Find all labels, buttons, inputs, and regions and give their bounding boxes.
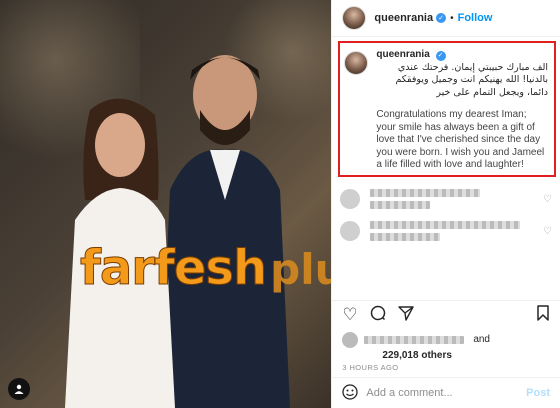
add-comment-bar: Add a comment... Post: [332, 377, 560, 408]
share-paper-plane-icon[interactable]: [397, 305, 414, 326]
separator-dot: •: [450, 12, 454, 24]
post-side-panel: queenrania ✓ • Follow queenrania ✓ الف م…: [331, 0, 560, 408]
comment-avatar[interactable]: [340, 189, 361, 209]
caption-body: queenrania ✓ الف مبارك حبيبتي إيمان. فرح…: [376, 49, 548, 170]
comment-avatar[interactable]: [340, 221, 361, 241]
caption-username[interactable]: queenrania: [376, 49, 429, 60]
header-username[interactable]: queenrania: [374, 12, 433, 24]
likes-summary: and 229,018 others: [332, 329, 560, 363]
likes-and: and: [473, 334, 490, 345]
comment-text-pixelated: [370, 189, 490, 209]
watermark-logo: farfesh plus.com: [79, 240, 332, 297]
caption-english-text: Congratulations my dearest Iman; your sm…: [376, 109, 545, 170]
likes-count[interactable]: 229,018 others: [382, 350, 452, 361]
caption-avatar[interactable]: [344, 51, 369, 75]
list-item: ♡: [340, 183, 552, 215]
verified-badge-icon: ✓: [436, 13, 447, 23]
comment-text-pixelated: [370, 221, 530, 241]
comment-like-icon[interactable]: ♡: [543, 194, 552, 205]
watermark-main: farfesh: [79, 240, 267, 297]
post-comment-button[interactable]: Post: [526, 387, 550, 399]
action-bar: ♡: [332, 300, 560, 329]
like-heart-icon[interactable]: ♡: [342, 305, 357, 325]
post-header: queenrania ✓ • Follow: [332, 0, 560, 37]
tagged-user-icon[interactable]: [8, 378, 30, 400]
comments-list: ♡ ♡: [332, 177, 560, 300]
caption-verified-icon: ✓: [435, 51, 446, 62]
list-item: ♡: [340, 215, 552, 247]
caption-arabic-text: الف مبارك حبيبتي إيمان. فرحتك عندي بالدن…: [395, 61, 548, 98]
liker-avatar[interactable]: [342, 331, 359, 348]
comment-bubble-icon[interactable]: [370, 305, 386, 326]
comment-like-icon[interactable]: ♡: [543, 226, 552, 237]
emoji-icon[interactable]: [342, 383, 359, 403]
instagram-post: farfesh plus.com queenrania ✓ • Follow q…: [0, 0, 560, 408]
liker-names-pixelated: [364, 335, 465, 344]
save-bookmark-icon[interactable]: [536, 304, 550, 326]
watermark-plus: plus.com: [270, 245, 332, 294]
post-timestamp: 3 HOURS AGO: [342, 363, 399, 372]
follow-button[interactable]: Follow: [458, 12, 493, 24]
comment-input[interactable]: Add a comment...: [366, 387, 452, 399]
caption-highlight: queenrania ✓ الف مبارك حبيبتي إيمان. فرح…: [338, 41, 556, 177]
avatar[interactable]: [342, 6, 367, 30]
post-photo[interactable]: farfesh plus.com: [0, 0, 332, 408]
